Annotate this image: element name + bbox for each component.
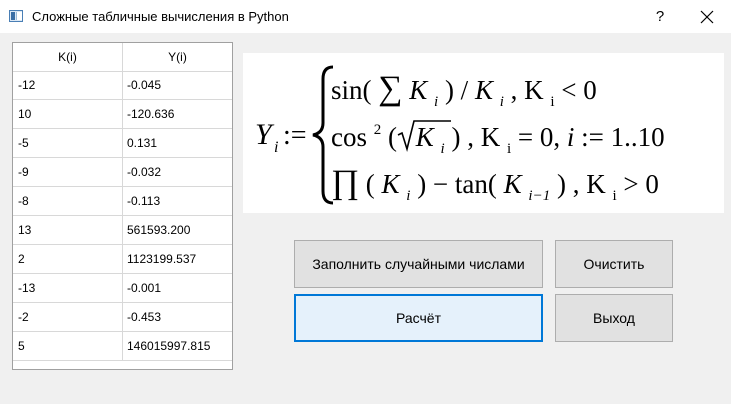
table-row[interactable]: 10 -120.636 — [13, 100, 232, 129]
cell-y[interactable]: 146015997.815 — [123, 332, 232, 360]
formula-line3-cond-sub: i — [612, 188, 616, 204]
table-row[interactable]: -9 -0.032 — [13, 158, 232, 187]
fill-random-button[interactable]: Заполнить случайными числами — [294, 240, 543, 288]
exit-button[interactable]: Выход — [555, 294, 673, 342]
cell-y[interactable]: -0.045 — [123, 71, 232, 99]
cell-k[interactable]: -2 — [13, 303, 123, 331]
formula-line3-sub2: i−1 — [528, 188, 550, 204]
formula-line2-iter: i — [567, 122, 575, 152]
formula-line2-close: ) — [451, 122, 460, 152]
cell-y[interactable]: 561593.200 — [123, 216, 232, 244]
clear-button[interactable]: Очистить — [555, 240, 673, 288]
cell-k[interactable]: -5 — [13, 129, 123, 157]
table-row[interactable]: 5 146015997.815 — [13, 332, 232, 361]
table-row[interactable]: 2 1123199.537 — [13, 245, 232, 274]
formula-line3-open: ( — [366, 169, 375, 199]
table-row[interactable]: -5 0.131 — [13, 129, 232, 158]
formula-line2-cond-sub: i — [507, 141, 511, 157]
formula-line2-sub: i — [441, 141, 445, 157]
svg-text:cos 2 (: cos 2 ( K i ) , K i = 0, i := 1..10 — [331, 110, 665, 159]
cell-y[interactable]: -0.001 — [123, 274, 232, 302]
formula-line-2: cos 2 ( K i ) , K i = 0, i := 1..10 — [331, 110, 665, 159]
cell-y[interactable]: 1123199.537 — [123, 245, 232, 273]
formula-lhs: Y — [255, 118, 275, 151]
close-icon — [700, 10, 714, 24]
cell-k[interactable]: -13 — [13, 274, 123, 302]
formula-line1-var: K — [408, 75, 429, 105]
formula-brace — [312, 65, 334, 205]
window-title: Сложные табличные вычисления в Python — [32, 9, 289, 24]
table-row[interactable]: -2 -0.453 — [13, 303, 232, 332]
formula-line2-fn: cos — [331, 122, 367, 152]
formula-line1-sub: i — [434, 94, 438, 110]
cell-k[interactable]: 13 — [13, 216, 123, 244]
formula-line2-cond-rest: = 0, — [518, 122, 567, 152]
formula-assign: := — [283, 120, 307, 151]
formula-line2-power: 2 — [374, 122, 382, 138]
formula-line-1: sin( ∑ K i ) / K i , K i < 0 — [331, 70, 597, 112]
cell-y[interactable]: 0.131 — [123, 129, 232, 157]
formula-line3-sub: i — [406, 188, 410, 204]
formula-line1-fn: sin( — [331, 75, 372, 105]
cell-k[interactable]: 5 — [13, 332, 123, 360]
table-body: -12 -0.045 10 -120.636 -5 0.131 -9 -0.032 -8 -0.1… — [13, 71, 232, 361]
help-button[interactable]: ? — [645, 4, 675, 30]
title-bar: Сложные табличные вычисления в Python ? — [0, 0, 731, 33]
formula-line1-cond-rest: < 0 — [561, 75, 596, 105]
formula-line-3: ∏ ( K i ) − tan( K i−1 ) , K i > 0 — [331, 164, 659, 206]
cell-y[interactable]: -0.453 — [123, 303, 232, 331]
formula-line1-mid: ) / — [445, 75, 475, 105]
formula-line3-prod: ∏ — [331, 164, 359, 201]
svg-text:∏ ( K: ∏ ( K i ) − tan( K i−1 ) , K i > 0 — [331, 164, 659, 206]
cell-k[interactable]: -9 — [13, 158, 123, 186]
table-row[interactable]: -8 -0.113 — [13, 187, 232, 216]
formula-line2-var: K — [415, 122, 436, 152]
table-row[interactable]: -12 -0.045 — [13, 71, 232, 100]
formula-line1-sub2: i — [500, 94, 504, 110]
results-table[interactable]: K(i) Y(i) -12 -0.045 10 -120.636 -5 0.131 -9 -0… — [12, 42, 233, 370]
formula-line2-iter-rest: := 1..10 — [581, 122, 664, 152]
close-button[interactable] — [690, 4, 724, 30]
table-header: K(i) Y(i) — [13, 43, 232, 72]
formula-line2-cond: , K — [467, 122, 501, 152]
formula-line1-cond: , K — [511, 75, 545, 105]
cell-y[interactable]: -120.636 — [123, 100, 232, 128]
column-header-y[interactable]: Y(i) — [123, 43, 232, 71]
formula-line3-cond-rest: > 0 — [623, 169, 658, 199]
svg-text:sin( ∑ K: sin( ∑ K i ) / K i , K i < 0 — [331, 70, 597, 112]
table-row[interactable]: -13 -0.001 — [13, 274, 232, 303]
cell-k[interactable]: -12 — [13, 71, 123, 99]
formula-line3-close: ) — [557, 169, 566, 199]
formula-line3-mid: ) − tan( — [417, 169, 497, 199]
formula-image: Y i := sin( ∑ K i ) / K i , K i < 0 cos — [243, 53, 724, 213]
calculate-button[interactable]: Расчёт — [294, 294, 543, 342]
formula-line1-sum: ∑ — [378, 70, 402, 107]
table-row[interactable]: 13 561593.200 — [13, 216, 232, 245]
cell-k[interactable]: -8 — [13, 187, 123, 215]
cell-k[interactable]: 10 — [13, 100, 123, 128]
cell-y[interactable]: -0.113 — [123, 187, 232, 215]
formula-line3-var: K — [381, 169, 402, 199]
cell-k[interactable]: 2 — [13, 245, 123, 273]
cell-y[interactable]: -0.032 — [123, 158, 232, 186]
formula-line1-var2: K — [474, 75, 495, 105]
formula-line2-open: ( — [388, 122, 397, 152]
formula-line3-cond: , K — [573, 169, 607, 199]
column-header-k[interactable]: K(i) — [13, 43, 123, 71]
app-window-icon — [9, 10, 23, 22]
formula-lhs-sub: i — [274, 139, 278, 156]
formula-line3-var2: K — [503, 169, 524, 199]
formula-line1-cond-sub: i — [550, 94, 554, 110]
